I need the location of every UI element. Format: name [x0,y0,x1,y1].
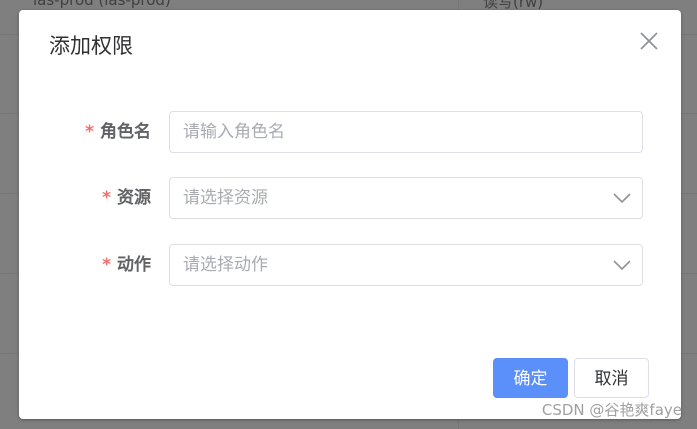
required-mark: * [102,255,111,275]
resource-row: * 资源 请选择资源 [19,177,681,219]
resource-select-placeholder: 请选择资源 [183,188,268,208]
close-button[interactable] [638,30,660,52]
action-label: * 动作 [102,244,151,286]
resource-select[interactable]: 请选择资源 [169,177,643,219]
role-name-label-text: 角色名 [100,122,151,142]
action-label-text: 动作 [117,255,151,275]
role-name-label: * 角色名 [85,111,151,153]
role-name-field [169,111,643,153]
resource-label-text: 资源 [117,188,151,208]
required-mark: * [102,188,111,208]
cancel-button[interactable]: 取消 [574,358,649,398]
close-icon [640,32,658,50]
role-name-row: * 角色名 [19,111,681,153]
add-permission-dialog: 添加权限 *角色名 *资源 请选择资源 *动作 请选择 [19,10,681,419]
background-row-text: ias-prod (ias-prod) [33,0,171,9]
action-select-placeholder: 请选择动作 [183,255,268,275]
chevron-down-icon [613,260,631,271]
required-mark: * [85,122,94,142]
role-name-input[interactable] [170,112,642,152]
confirm-button[interactable]: 确定 [493,358,568,398]
action-select[interactable]: 请选择动作 [169,244,643,286]
action-row: * 动作 请选择动作 [19,244,681,286]
chevron-down-icon [613,193,631,204]
resource-label: * 资源 [102,177,151,219]
watermark: CSDN @谷艳爽faye [541,401,682,419]
dialog-title: 添加权限 [49,34,133,58]
